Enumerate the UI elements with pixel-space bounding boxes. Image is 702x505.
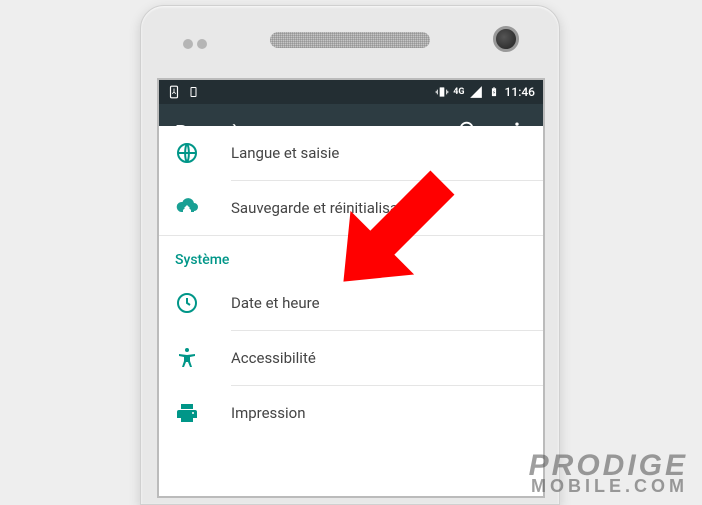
list-item-backup[interactable]: Sauvegarde et réinitialisation xyxy=(159,181,543,235)
cloud-upload-icon xyxy=(175,196,199,220)
status-bar: 4G 11:46 xyxy=(159,80,543,104)
phone-camera xyxy=(493,26,519,52)
list-item-label: Langue et saisie xyxy=(231,144,339,162)
phone-frame: 4G 11:46 Paramètres xyxy=(140,5,560,505)
list-item-label: Sauvegarde et réinitialisation xyxy=(231,199,423,217)
battery-charging-icon xyxy=(487,85,501,99)
print-icon xyxy=(175,401,199,425)
section-header-system: Système xyxy=(159,236,543,276)
list-item-date-time[interactable]: Date et heure xyxy=(159,276,543,330)
list-item-accessibility[interactable]: Accessibilité xyxy=(159,331,543,385)
globe-icon xyxy=(175,141,199,165)
card-icon xyxy=(187,85,201,99)
status-time: 11:46 xyxy=(505,85,535,99)
search-icon[interactable] xyxy=(457,119,479,145)
settings-list[interactable]: Langue et saisie Sauvegarde et réinitial… xyxy=(159,126,543,440)
phone-indicator-dots xyxy=(183,34,211,53)
signal-icon xyxy=(469,85,483,99)
network-label: 4G xyxy=(453,87,464,97)
phone-speaker xyxy=(270,32,430,48)
menu-overflow-icon[interactable] xyxy=(507,120,527,144)
list-item-label: Date et heure xyxy=(231,294,320,312)
list-item-printing[interactable]: Impression xyxy=(159,386,543,440)
list-item-label: Accessibilité xyxy=(231,349,316,367)
accessibility-icon xyxy=(175,346,199,370)
phone-screen: 4G 11:46 Paramètres xyxy=(157,78,545,498)
vibrate-icon xyxy=(435,85,449,99)
clock-icon xyxy=(175,291,199,315)
usb-icon xyxy=(167,85,181,99)
list-item-label: Impression xyxy=(231,404,306,422)
